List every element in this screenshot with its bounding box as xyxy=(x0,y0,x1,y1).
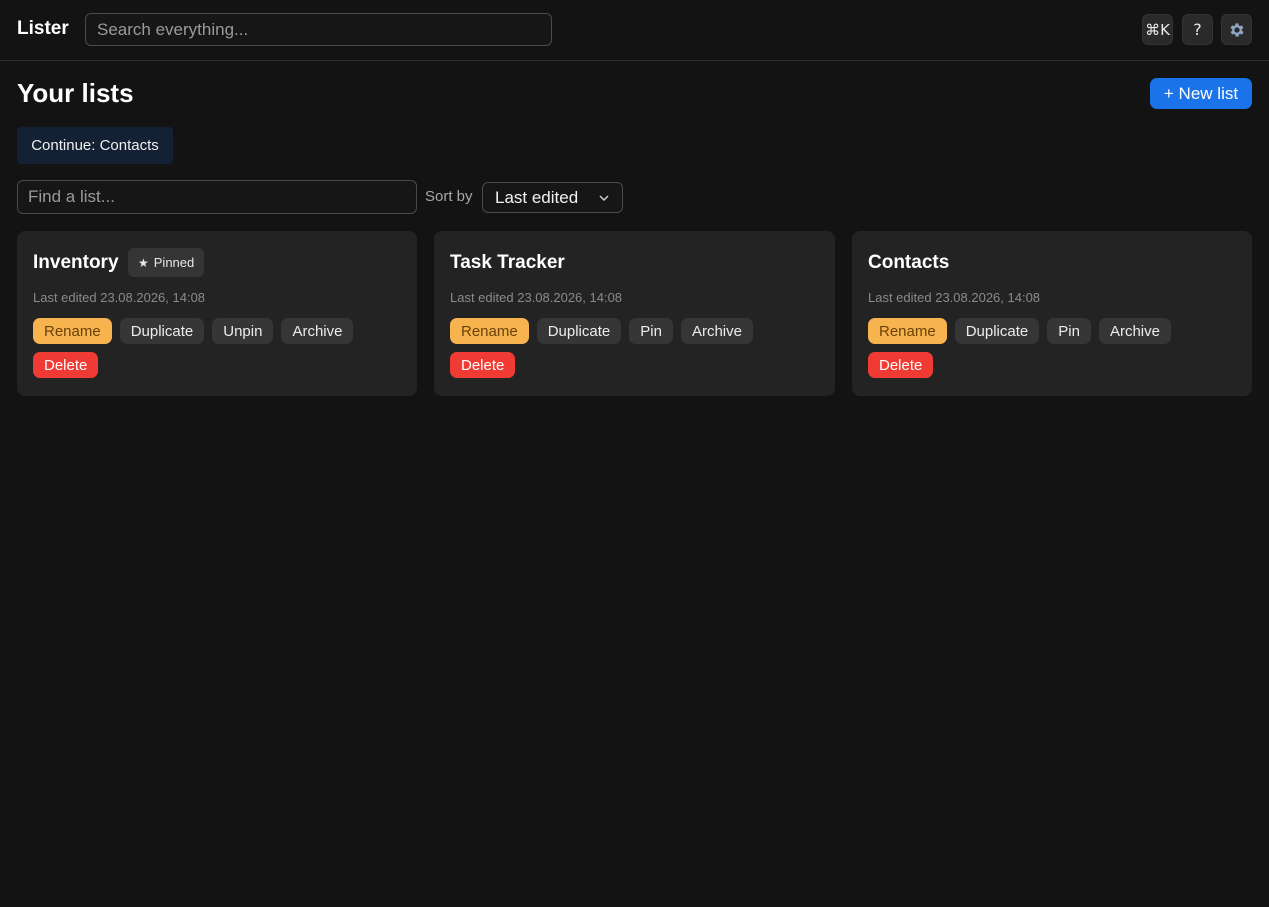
last-edited: Last edited 23.08.2026, 14:08 xyxy=(868,290,1041,305)
sort-value: Last edited xyxy=(495,187,579,207)
new-list-button[interactable]: + New list xyxy=(1150,78,1252,109)
list-card-inventory[interactable]: Inventory ★ Pinned Last edited 23.08.202… xyxy=(17,231,417,396)
card-title[interactable]: Task Tracker xyxy=(450,252,565,274)
delete-button[interactable]: Delete xyxy=(33,352,99,378)
sort-label: Sort by xyxy=(425,188,473,205)
delete-button[interactable]: Delete xyxy=(868,352,934,378)
unpin-button[interactable]: Unpin xyxy=(212,318,274,344)
app-logo[interactable]: Lister xyxy=(17,18,69,40)
continue-button[interactable]: Continue: Contacts xyxy=(17,127,173,164)
star-icon: ★ xyxy=(138,255,149,270)
help-button[interactable]: ? xyxy=(1182,14,1213,45)
delete-button[interactable]: Delete xyxy=(450,352,516,378)
rename-button[interactable]: Rename xyxy=(33,318,112,344)
top-bar: Lister ⌘K ? xyxy=(0,0,1269,61)
card-actions: Rename Duplicate Pin Archive Delete xyxy=(868,318,1228,378)
find-list-input[interactable] xyxy=(17,180,417,214)
list-card-task-tracker[interactable]: Task Tracker Last edited 23.08.2026, 14:… xyxy=(434,231,835,396)
archive-button[interactable]: Archive xyxy=(281,318,354,344)
command-palette-button[interactable]: ⌘K xyxy=(1142,14,1173,45)
gear-icon xyxy=(1230,22,1244,37)
rename-button[interactable]: Rename xyxy=(450,318,529,344)
settings-button[interactable] xyxy=(1221,14,1252,45)
pinned-badge: ★ Pinned xyxy=(128,248,205,277)
duplicate-button[interactable]: Duplicate xyxy=(119,318,205,344)
card-actions: Rename Duplicate Pin Archive Delete xyxy=(450,318,810,378)
pin-button[interactable]: Pin xyxy=(1047,318,1091,344)
pinned-badge-label: Pinned xyxy=(153,255,195,270)
pin-button[interactable]: Pin xyxy=(629,318,673,344)
duplicate-button[interactable]: Duplicate xyxy=(536,318,622,344)
card-actions: Rename Duplicate Unpin Archive Delete xyxy=(33,318,393,378)
global-search-input[interactable] xyxy=(85,13,552,46)
archive-button[interactable]: Archive xyxy=(1098,318,1171,344)
rename-button[interactable]: Rename xyxy=(868,318,947,344)
list-card-contacts[interactable]: Contacts Last edited 23.08.2026, 14:08 R… xyxy=(852,231,1252,396)
page-title: Your lists xyxy=(17,78,134,108)
last-edited: Last edited 23.08.2026, 14:08 xyxy=(450,290,623,305)
chevron-down-icon xyxy=(599,195,609,202)
card-title[interactable]: Contacts xyxy=(868,252,949,274)
sort-select[interactable]: Last edited xyxy=(482,182,623,213)
last-edited: Last edited 23.08.2026, 14:08 xyxy=(33,290,206,305)
duplicate-button[interactable]: Duplicate xyxy=(954,318,1040,344)
card-title[interactable]: Inventory xyxy=(33,252,119,274)
archive-button[interactable]: Archive xyxy=(680,318,753,344)
